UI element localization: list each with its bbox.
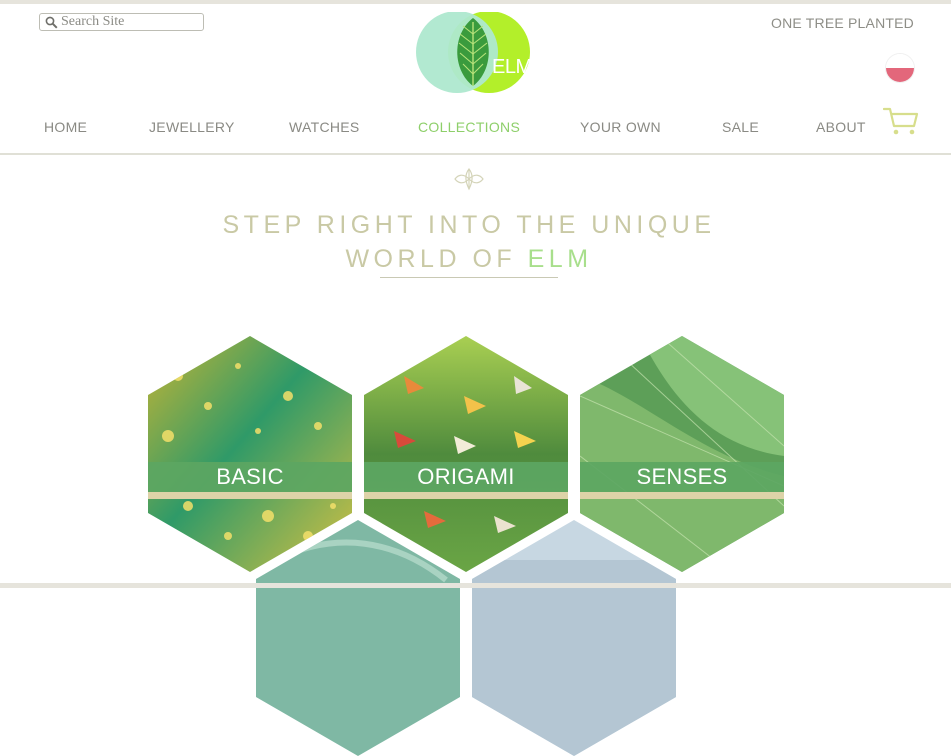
headline-line-1: STEP RIGHT INTO THE UNIQUE bbox=[222, 211, 716, 239]
lower-left-image bbox=[256, 520, 460, 756]
search-input[interactable] bbox=[61, 14, 201, 30]
bottom-border bbox=[0, 583, 951, 588]
origami-label-stripe bbox=[364, 492, 568, 499]
collection-tile-lower-left[interactable] bbox=[256, 520, 460, 756]
origami-image bbox=[364, 336, 568, 572]
flag-poland-icon[interactable] bbox=[886, 54, 914, 82]
basic-label-stripe bbox=[148, 492, 352, 499]
senses-label: SENSES bbox=[636, 464, 728, 489]
collection-tile-origami[interactable]: ORIGAMI bbox=[364, 336, 568, 572]
nav-item-your-own[interactable]: YOUR OWN bbox=[580, 119, 661, 135]
nav-item-sale[interactable]: SALE bbox=[722, 119, 759, 135]
lower-right-image bbox=[472, 520, 676, 756]
headline-underline bbox=[380, 277, 558, 278]
nav-item-jewellery[interactable]: JEWELLERY bbox=[149, 119, 235, 135]
search-icon bbox=[45, 16, 58, 29]
headline-line-2-prefix: WORLD OF bbox=[345, 245, 528, 273]
search-box[interactable] bbox=[39, 13, 204, 31]
collection-tile-basic[interactable]: BASIC bbox=[148, 336, 352, 572]
collection-tile-senses[interactable]: SENSES bbox=[580, 336, 784, 572]
senses-image bbox=[580, 336, 784, 572]
nav-item-collections[interactable]: COLLECTIONS bbox=[418, 119, 520, 135]
one-tree-planted-link[interactable]: ONE TREE PLANTED bbox=[771, 15, 914, 31]
basic-label: BASIC bbox=[216, 464, 284, 489]
main-nav: HOME JEWELLERY WATCHES COLLECTIONS YOUR … bbox=[0, 119, 951, 139]
logo-text: ELM bbox=[492, 56, 532, 78]
collection-tile-lower-right[interactable] bbox=[472, 520, 676, 756]
headline-brand: ELM bbox=[527, 245, 593, 273]
hero-headline: STEP RIGHT INTO THE UNIQUE WORLD OF ELM bbox=[0, 208, 938, 276]
senses-label-stripe bbox=[580, 492, 784, 499]
nav-item-about[interactable]: ABOUT bbox=[816, 119, 866, 135]
origami-label: ORIGAMI bbox=[417, 464, 515, 489]
headline-line-2: WORLD OF ELM bbox=[0, 242, 938, 276]
nav-item-watches[interactable]: WATCHES bbox=[289, 119, 360, 135]
nav-divider bbox=[0, 153, 951, 155]
elm-logo[interactable]: ELM bbox=[414, 11, 532, 94]
leaf-ornament-icon bbox=[454, 167, 484, 191]
nav-item-home[interactable]: HOME bbox=[44, 119, 87, 135]
basic-image bbox=[148, 336, 352, 572]
top-border bbox=[0, 0, 951, 4]
